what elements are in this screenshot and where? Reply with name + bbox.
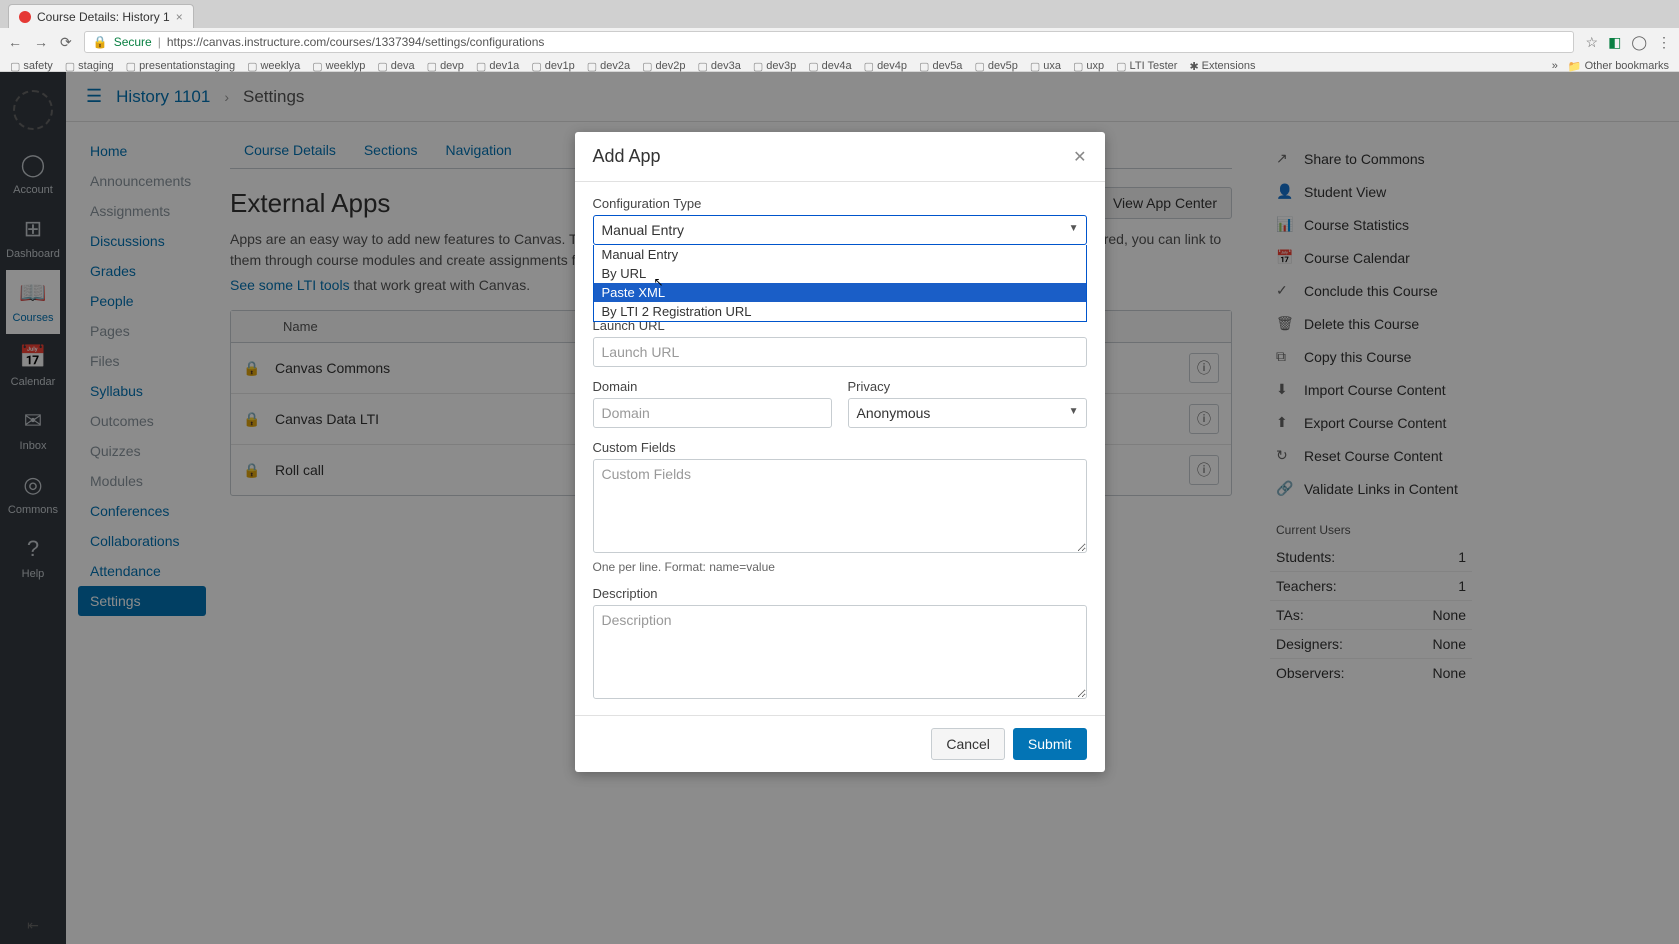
lock-icon: 🔒 <box>93 35 108 49</box>
url-text: https://canvas.instructure.com/courses/1… <box>167 35 545 49</box>
more-icon[interactable]: » <box>1552 60 1558 73</box>
other-bookmarks[interactable]: 📁Other bookmarks <box>1568 60 1669 73</box>
bookmark-item[interactable]: ▢ dev3a <box>697 60 740 73</box>
bookmark-item[interactable]: ▢ devp <box>427 60 464 73</box>
bookmark-item[interactable]: ▢ safety <box>10 60 53 73</box>
description-label: Description <box>593 586 1087 601</box>
browser-tab[interactable]: Course Details: History 1 × <box>8 4 194 28</box>
submit-button[interactable]: Submit <box>1013 728 1087 760</box>
bookmark-item[interactable]: ▢ weeklyp <box>312 60 365 73</box>
bookmark-item[interactable]: ▢ dev1p <box>531 60 574 73</box>
back-icon[interactable]: ← <box>8 34 22 50</box>
secure-divider: | <box>158 35 161 49</box>
folder-icon: 📁 <box>1568 60 1582 73</box>
favicon <box>19 11 31 23</box>
close-tab-icon[interactable]: × <box>176 10 183 24</box>
close-icon[interactable]: ✕ <box>1073 147 1086 167</box>
bookmark-item[interactable]: ▢ dev3p <box>753 60 796 73</box>
config-type-dropdown: ↖ Manual EntryBy URLPaste XMLBy LTI 2 Re… <box>593 245 1087 322</box>
config-type-label: Configuration Type <box>593 196 1087 211</box>
custom-fields-input[interactable] <box>593 459 1087 553</box>
tab-title: Course Details: History 1 <box>37 10 170 24</box>
modal-overlay: Add App ✕ Configuration Type Manual Entr… <box>0 72 1679 944</box>
domain-input[interactable] <box>593 398 832 428</box>
config-option[interactable]: By LTI 2 Registration URL <box>594 302 1086 321</box>
bookmark-item[interactable]: ▢ uxa <box>1030 60 1061 73</box>
config-option[interactable]: By URL <box>594 264 1086 283</box>
bookmark-item[interactable]: ▢ dev4p <box>864 60 907 73</box>
description-input[interactable] <box>593 605 1087 699</box>
star-icon[interactable]: ☆ <box>1586 34 1599 51</box>
privacy-label: Privacy <box>848 379 1087 394</box>
bookmark-item[interactable]: ▢ dev5a <box>919 60 962 73</box>
bookmark-item[interactable]: ▢ weeklya <box>247 60 300 73</box>
bookmark-item[interactable]: ▢ presentationstaging <box>126 60 235 73</box>
config-option[interactable]: Paste XML <box>594 283 1086 302</box>
bookmark-item[interactable]: ▢ dev2p <box>642 60 685 73</box>
reload-icon[interactable]: ⟳ <box>60 34 72 51</box>
bookmark-item[interactable]: ▢ uxp <box>1073 60 1104 73</box>
bookmark-item[interactable]: ▢ dev5p <box>974 60 1017 73</box>
bookmark-item[interactable]: ▢ deva <box>377 60 414 73</box>
config-type-select[interactable]: Manual Entry <box>593 215 1087 245</box>
secure-label: Secure <box>114 35 152 49</box>
launch-url-input[interactable] <box>593 337 1087 367</box>
menu-icon[interactable]: ⋮ <box>1657 34 1671 51</box>
domain-label: Domain <box>593 379 832 394</box>
bookmark-item[interactable]: ▢ dev4a <box>808 60 851 73</box>
bookmark-item[interactable]: ▢ LTI Tester <box>1116 60 1177 73</box>
bookmark-item[interactable]: ▢ dev2a <box>587 60 630 73</box>
modal-title: Add App <box>593 146 661 167</box>
bookmark-item[interactable]: ▢ dev1a <box>476 60 519 73</box>
browser-chrome: Course Details: History 1 × ← → ⟳ 🔒 Secu… <box>0 0 1679 72</box>
add-app-modal: Add App ✕ Configuration Type Manual Entr… <box>575 132 1105 772</box>
extension-icon[interactable]: ◧ <box>1608 34 1621 51</box>
custom-fields-hint: One per line. Format: name=value <box>593 560 1087 574</box>
custom-fields-label: Custom Fields <box>593 440 1087 455</box>
ext-icon[interactable]: ✱ Extensions <box>1189 60 1255 73</box>
avatar-icon[interactable]: ◯ <box>1631 34 1647 51</box>
address-bar[interactable]: 🔒 Secure | https://canvas.instructure.co… <box>84 31 1574 53</box>
cancel-button[interactable]: Cancel <box>931 728 1005 760</box>
privacy-select[interactable]: Anonymous <box>848 398 1087 428</box>
bookmark-item[interactable]: ▢ staging <box>65 60 114 73</box>
forward-icon[interactable]: → <box>34 34 48 50</box>
config-option[interactable]: Manual Entry <box>594 245 1086 264</box>
